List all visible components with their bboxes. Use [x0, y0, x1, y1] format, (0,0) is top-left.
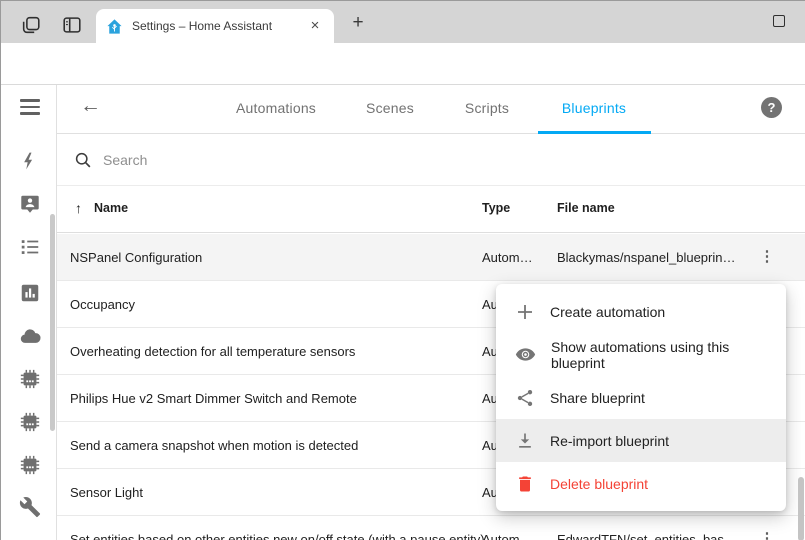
plus-icon — [515, 302, 535, 322]
row-name: Occupancy — [70, 297, 135, 312]
home-assistant-favicon — [106, 18, 123, 35]
menu-item-label: Re-import blueprint — [550, 433, 669, 449]
sidebar-todo-list-icon[interactable] — [19, 236, 41, 258]
sidebar-history-icon[interactable] — [19, 282, 41, 304]
browser-toolbar: ← Not secure homeassistant.local :8123/.… — [1, 43, 805, 85]
sidebar-cloud-icon[interactable] — [19, 325, 41, 347]
row-menu-button[interactable]: ⋮ — [757, 247, 777, 267]
tab-close-icon[interactable]: × — [306, 17, 324, 35]
menu-item-label: Delete blueprint — [550, 476, 648, 492]
browser-window: Settings – Home Assistant × + ← Not secu… — [0, 0, 805, 540]
tab-automations[interactable]: Automations — [236, 100, 316, 116]
row-file: EdwardTFN/set_entities_bas… — [557, 532, 737, 540]
row-name: Overheating detection for all temperatur… — [70, 344, 355, 359]
row-name: Philips Hue v2 Smart Dimmer Switch and R… — [70, 391, 357, 406]
maximize-button[interactable] — [773, 15, 785, 27]
tab-scenes[interactable]: Scenes — [366, 100, 414, 116]
tab-actions-icon[interactable] — [20, 14, 42, 36]
help-button[interactable]: ? — [761, 97, 782, 118]
share-icon — [515, 388, 535, 408]
sidebar-settings-wrench-icon[interactable] — [19, 496, 41, 518]
row-name: Send a camera snapshot when motion is de… — [70, 438, 358, 453]
menu-item-show-automations[interactable]: Show automations using this blueprint — [496, 333, 786, 376]
column-file-name[interactable]: File name — [557, 201, 615, 215]
column-type[interactable]: Type — [482, 201, 510, 215]
sort-asc-icon[interactable]: ↑ — [75, 200, 82, 216]
new-tab-button[interactable]: + — [346, 11, 370, 35]
vertical-tabs-icon[interactable] — [61, 14, 83, 36]
row-file: Blackymas/nspanel_blueprin… — [557, 250, 735, 265]
menu-item-label: Show automations using this blueprint — [551, 339, 786, 371]
eye-icon — [515, 344, 536, 365]
row-menu-button[interactable]: ⋮ — [757, 529, 777, 540]
tab-blueprints[interactable]: Blueprints — [562, 100, 626, 116]
sidebar-assist-icon[interactable] — [19, 193, 41, 215]
sidebar-energy-icon[interactable] — [19, 150, 41, 172]
sidebar-chip-icon-3[interactable] — [19, 454, 41, 476]
column-name[interactable]: Name — [94, 201, 128, 215]
menu-item-reimport-blueprint[interactable]: Re-import blueprint — [496, 419, 786, 462]
row-name: Set entities based on other entities new… — [70, 532, 485, 540]
menu-item-delete-blueprint[interactable]: Delete blueprint — [496, 462, 786, 505]
blueprint-context-menu: Create automation Show automations using… — [496, 284, 786, 511]
sidebar-chip-icon-2[interactable] — [19, 411, 41, 433]
sidebar-chip-icon-1[interactable] — [19, 368, 41, 390]
sidebar-scrollbar[interactable] — [50, 214, 55, 431]
row-type: Autom… — [482, 532, 533, 540]
table-header: ↑ Name Type File name — [57, 186, 805, 233]
sidebar — [1, 85, 57, 540]
download-icon — [515, 431, 535, 451]
menu-item-label: Create automation — [550, 304, 665, 320]
menu-item-share-blueprint[interactable]: Share blueprint — [496, 376, 786, 419]
table-row[interactable]: Set entities based on other entities new… — [57, 516, 805, 540]
menu-item-create-automation[interactable]: Create automation — [496, 290, 786, 333]
page-scrollbar[interactable] — [798, 477, 804, 540]
table-row[interactable]: NSPanel Configuration Autom… Blackymas/n… — [57, 234, 805, 281]
search-icon — [74, 151, 92, 169]
tab-scripts[interactable]: Scripts — [465, 100, 509, 116]
tab-title: Settings – Home Assistant — [132, 19, 297, 33]
app-back-icon[interactable]: ← — [80, 94, 101, 118]
trash-icon — [515, 474, 535, 494]
sidebar-menu-icon[interactable] — [20, 99, 40, 115]
browser-tab[interactable]: Settings – Home Assistant × — [96, 9, 334, 43]
tab-strip: Settings – Home Assistant × + — [1, 1, 805, 43]
menu-item-label: Share blueprint — [550, 390, 645, 406]
search-row — [57, 134, 805, 186]
row-type: Autom… — [482, 250, 533, 265]
row-name: Sensor Light — [70, 485, 143, 500]
search-input[interactable] — [103, 148, 503, 172]
row-name: NSPanel Configuration — [70, 250, 202, 265]
